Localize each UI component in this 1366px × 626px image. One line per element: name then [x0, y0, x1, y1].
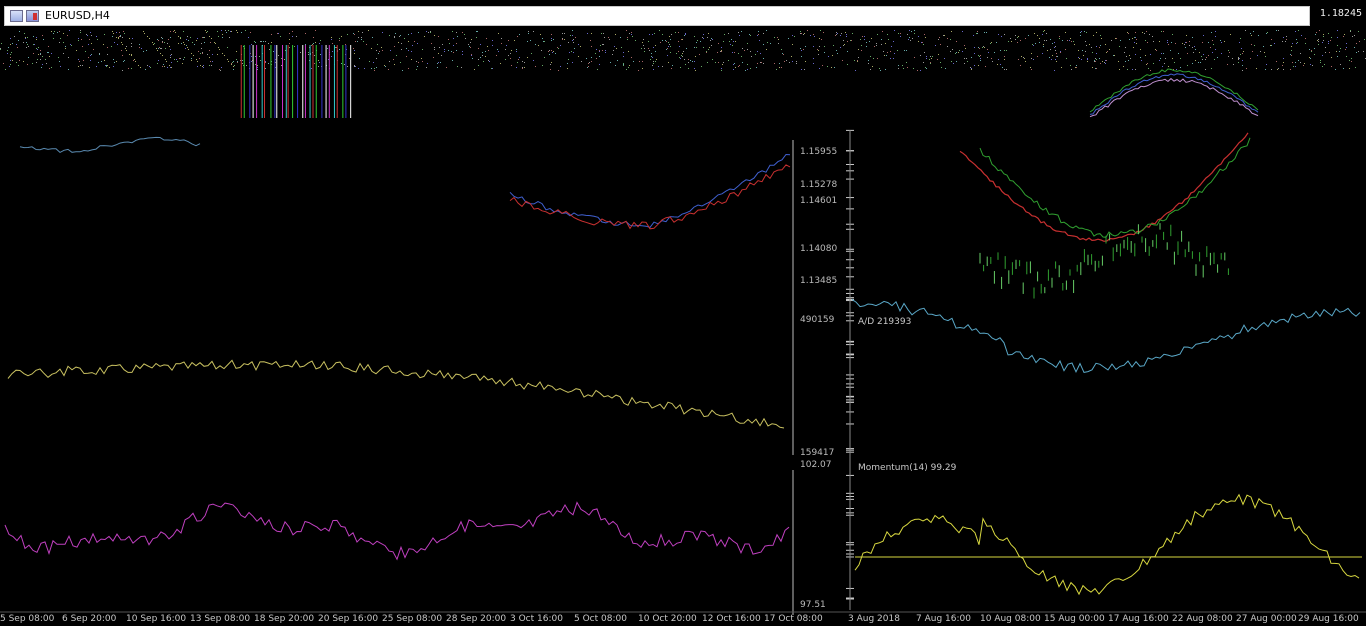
time-label: 13 Sep 08:00	[190, 614, 251, 624]
time-label: 22 Aug 08:00	[1172, 614, 1233, 624]
ad-axis-label: 490159	[800, 315, 835, 325]
time-label: 25 Sep 08:00	[382, 614, 443, 624]
ma-line	[509, 164, 791, 230]
price-axis-label: 1.13485	[800, 276, 838, 286]
ma-line	[509, 153, 791, 228]
price-axis-label: 1.14601	[800, 196, 838, 206]
time-label: 3 Aug 2018	[848, 614, 900, 624]
time-label: 18 Sep 20:00	[254, 614, 315, 624]
time-label: 6 Sep 20:00	[62, 614, 117, 624]
ma-line	[959, 132, 1249, 242]
ad-line	[7, 359, 785, 429]
time-label: 20 Sep 16:00	[318, 614, 379, 624]
time-label: 29 Aug 16:00	[1298, 614, 1359, 624]
time-label: 15 Aug 00:00	[1044, 614, 1105, 624]
momentum-line	[4, 501, 790, 561]
time-label: 17 Oct 08:00	[764, 614, 823, 624]
time-label: 28 Sep 20:00	[446, 614, 507, 624]
ma-line	[1089, 73, 1259, 115]
momentum-indicator-label: Momentum(14) 99.29	[858, 463, 957, 473]
price-axis-label: 1.15278	[800, 180, 838, 190]
chart-canvas[interactable]	[0, 0, 1366, 626]
momentum-axis-label: 102.07	[800, 460, 832, 470]
time-label: 7 Aug 16:00	[916, 614, 971, 624]
time-label: 5 Sep 08:00	[0, 614, 55, 624]
time-label: 27 Aug 00:00	[1236, 614, 1297, 624]
time-label: 5 Oct 08:00	[574, 614, 627, 624]
time-label: 3 Oct 16:00	[510, 614, 563, 624]
time-label: 10 Oct 20:00	[638, 614, 697, 624]
momentum-line	[854, 493, 1360, 596]
ma-line	[979, 137, 1251, 238]
price-axis-label: 1.14080	[800, 244, 838, 254]
noise-band	[0, 30, 1366, 71]
time-label: 17 Aug 16:00	[1108, 614, 1169, 624]
time-label: 10 Sep 16:00	[126, 614, 187, 624]
price-axis-label: 1.15955	[800, 147, 838, 157]
momentum-axis-label: 97.51	[800, 600, 826, 610]
time-label: 10 Aug 08:00	[980, 614, 1041, 624]
ma-line	[1089, 77, 1259, 118]
ma-line	[19, 136, 201, 154]
ad-axis-label: 159417	[800, 448, 835, 458]
ad-indicator-label: A/D 219393	[858, 317, 912, 327]
ad-line	[851, 298, 1361, 373]
time-label: 12 Oct 16:00	[702, 614, 761, 624]
